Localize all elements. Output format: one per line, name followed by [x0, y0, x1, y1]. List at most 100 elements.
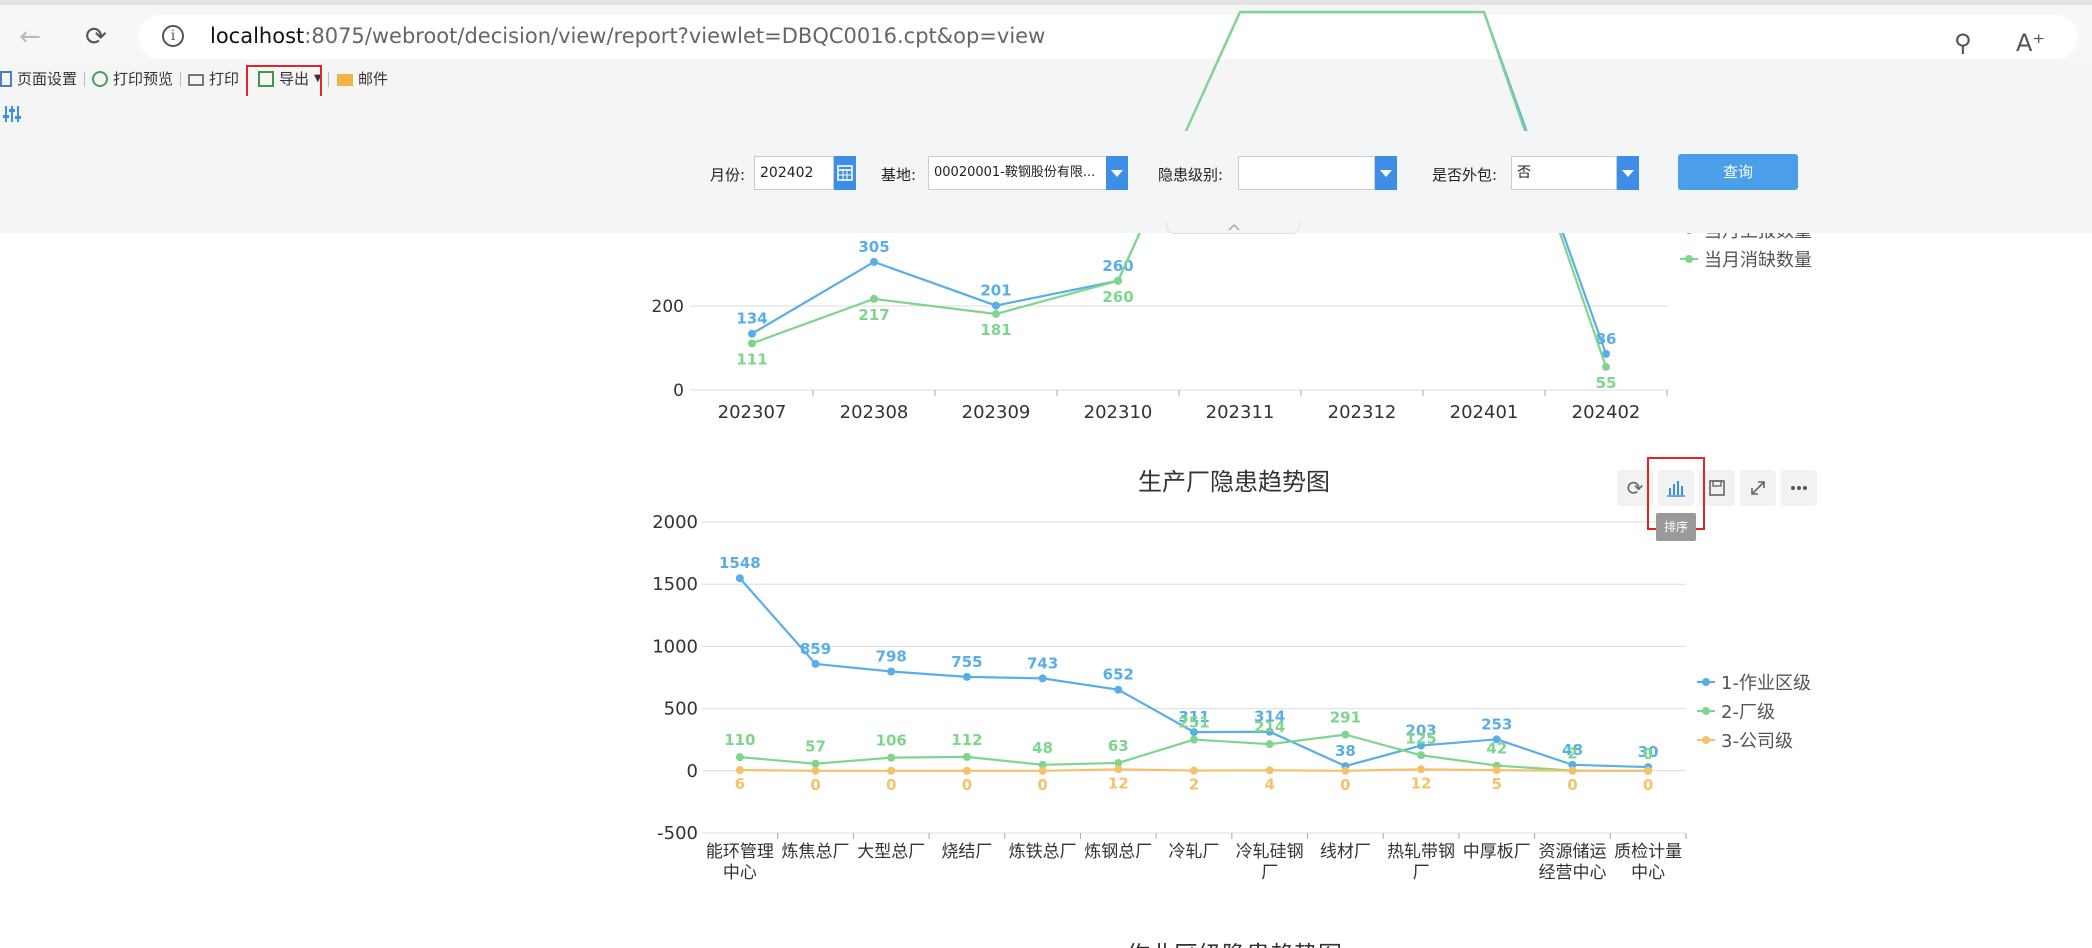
x-tick-label: 厂: [1261, 863, 1278, 883]
x-tick-label: 202311: [1206, 402, 1275, 423]
data-label: 251: [1178, 714, 1209, 732]
x-tick-label: 烧结厂: [941, 842, 992, 862]
data-point: [962, 752, 971, 761]
y-tick-label: 1000: [652, 636, 698, 657]
data-label: 38: [1335, 742, 1356, 760]
base-dropdown-icon[interactable]: [1106, 156, 1128, 190]
x-tick-label: 202402: [1572, 402, 1641, 423]
data-label: 0: [1643, 776, 1653, 794]
legend-label: 3-公司级: [1721, 731, 1793, 752]
data-point: [887, 667, 896, 676]
x-tick-label: 202307: [718, 402, 787, 423]
data-label: 111: [736, 350, 767, 368]
data-label: 42: [1486, 740, 1507, 758]
data-label: 0: [1643, 745, 1653, 763]
x-tick-label: 大型总厂: [857, 842, 925, 862]
data-label: 0: [886, 776, 896, 794]
data-point: [1568, 766, 1577, 775]
x-tick-label: 热轧带钢: [1387, 842, 1455, 862]
data-label: 743: [1027, 654, 1058, 672]
data-point: [748, 329, 756, 338]
data-label: 0: [1340, 776, 1350, 794]
data-point: [1190, 735, 1198, 744]
data-point: [1341, 730, 1350, 739]
data-point: [1265, 766, 1274, 775]
data-point: [1602, 362, 1610, 371]
data-point: [735, 753, 744, 762]
y-tick-label: 500: [664, 699, 698, 720]
data-point: [1114, 276, 1122, 285]
data-label: 48: [1032, 739, 1053, 757]
outsourced-dropdown-icon[interactable]: [1617, 156, 1639, 190]
legend-marker: [1702, 736, 1710, 744]
base-label: 基地:: [881, 166, 917, 184]
x-tick-label: 中心: [1631, 863, 1665, 883]
x-tick-label: 冷轧硅钢: [1236, 842, 1304, 862]
data-point: [1038, 766, 1047, 775]
data-label: 214: [1254, 718, 1285, 736]
data-point: [992, 309, 1000, 318]
x-tick-label: 能环管理: [706, 842, 774, 862]
data-point: [887, 753, 896, 762]
data-point: [1114, 685, 1123, 694]
data-label: 2: [1567, 745, 1577, 763]
x-tick-label: 质检计量: [1614, 842, 1682, 862]
data-point: [1341, 766, 1350, 775]
data-point: [735, 574, 744, 583]
outsourced-select[interactable]: 否: [1511, 156, 1617, 190]
data-label: 106: [876, 732, 907, 750]
level-dropdown-icon[interactable]: [1375, 156, 1397, 190]
month-input[interactable]: 202402: [754, 156, 834, 190]
x-tick-label: 厂: [1413, 863, 1430, 883]
x-tick-label: 202309: [962, 402, 1031, 423]
data-label: 4: [1264, 775, 1274, 793]
data-point: [870, 294, 878, 303]
chart-title: 生产厂隐患趋势图: [1138, 468, 1330, 496]
x-tick-label: 资源储运: [1538, 842, 1606, 862]
data-label: 0: [810, 776, 820, 794]
level-label: 隐患级别:: [1158, 166, 1224, 184]
data-point: [962, 672, 971, 681]
y-tick-label: 0: [687, 761, 698, 782]
calendar-icon[interactable]: [834, 156, 856, 190]
month-label: 月份:: [710, 166, 746, 184]
more-icon[interactable]: [1781, 470, 1817, 506]
data-label: 112: [951, 731, 982, 749]
base-select[interactable]: 00020001-鞍钢股份有限...: [928, 156, 1108, 190]
x-tick-label: 202401: [1450, 402, 1519, 423]
y-tick-label: -500: [657, 823, 698, 844]
level-select[interactable]: [1238, 156, 1375, 190]
x-tick-label: 线材厂: [1320, 842, 1371, 862]
data-label: 798: [876, 648, 907, 666]
data-point: [748, 339, 756, 348]
data-label: 201: [980, 282, 1011, 300]
x-tick-label: 经营中心: [1538, 863, 1606, 883]
legend-label: 1-作业区级: [1721, 673, 1811, 694]
panel-collapse-handle[interactable]: [1166, 223, 1300, 234]
factory-trend-chart: 生产厂隐患趋势图-5000500100015002000能环管理中心炼焦总厂 大型…: [652, 468, 1811, 948]
y-tick-label: 2000: [652, 512, 698, 533]
x-tick-label: 冷轧厂: [1169, 842, 1220, 862]
sort-tooltip: 排序: [1656, 513, 1696, 541]
data-label: 134: [736, 310, 767, 328]
data-label: 0: [1037, 776, 1047, 794]
x-tick-label: 炼钢总厂: [1084, 842, 1152, 862]
query-button[interactable]: 查询: [1678, 154, 1798, 190]
legend-marker: [1702, 678, 1710, 686]
legend-marker: [1702, 707, 1710, 715]
fullscreen-icon[interactable]: [1740, 470, 1776, 506]
data-point: [1492, 766, 1501, 775]
x-tick-label: 202310: [1084, 402, 1153, 423]
data-label: 5: [1492, 775, 1502, 793]
data-label: 12: [1411, 774, 1432, 792]
data-point: [735, 766, 744, 775]
legend-label: 2-厂级: [1721, 702, 1775, 723]
x-tick-label: 中心: [723, 863, 757, 883]
data-label: 652: [1103, 666, 1134, 684]
data-label: 6: [735, 775, 745, 793]
data-label: 110: [724, 731, 755, 749]
data-point: [962, 766, 971, 775]
data-point: [870, 257, 878, 266]
data-label: 2: [1189, 776, 1199, 794]
data-point: [887, 766, 896, 775]
